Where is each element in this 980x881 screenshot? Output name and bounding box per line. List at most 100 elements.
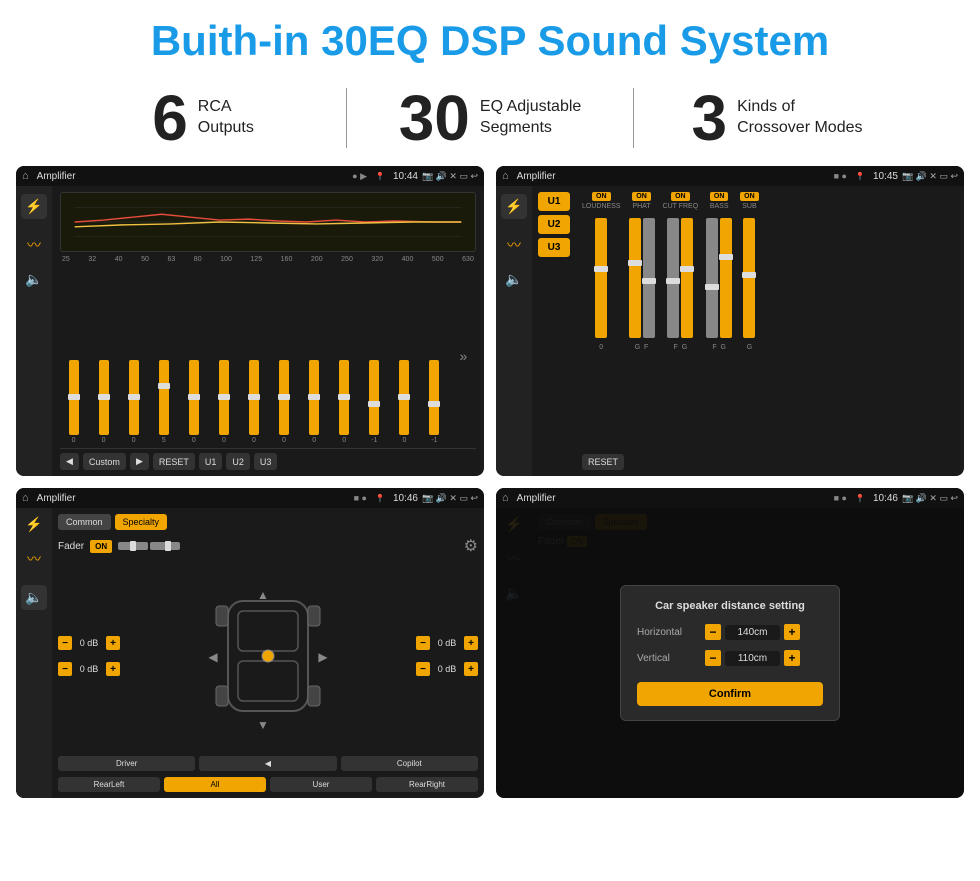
eq-wave-icon[interactable]: 〰 xyxy=(27,235,41,255)
rr-minus-btn[interactable]: − xyxy=(416,662,430,676)
eq-reset-btn[interactable]: RESET xyxy=(153,453,195,470)
loudness-on[interactable]: ON xyxy=(592,192,611,201)
horizontal-plus-btn[interactable]: + xyxy=(784,624,800,640)
eq-slider-2: 0 xyxy=(99,360,109,444)
eq-sliders: 0 0 0 5 0 xyxy=(60,267,476,448)
fr-minus-btn[interactable]: − xyxy=(416,636,430,650)
home-icon-3[interactable]: ⌂ xyxy=(22,492,29,504)
amp-speaker-icon[interactable]: 🔈 xyxy=(505,271,522,288)
confirm-button[interactable]: Confirm xyxy=(637,682,823,706)
slider-track-9[interactable] xyxy=(309,360,319,435)
amp-channels: ON LOUDNESS 0 ON PHAT xyxy=(582,192,958,448)
phat-on[interactable]: ON xyxy=(632,192,651,201)
eq-speaker-icon[interactable]: 🔈 xyxy=(25,271,42,288)
amp-reset-btn[interactable]: RESET xyxy=(582,454,624,470)
fl-db-value: 0 dB xyxy=(75,638,103,648)
u1-btn[interactable]: U1 xyxy=(538,192,570,211)
eq-slider-13: -1 xyxy=(429,360,439,444)
fader-speaker-icon[interactable]: 🔈 xyxy=(21,585,46,610)
settings-icon[interactable]: ⚙ xyxy=(464,536,478,556)
cutfreq-slider-g[interactable] xyxy=(681,218,693,338)
eq-custom-btn[interactable]: Custom xyxy=(83,453,126,470)
rl-plus-btn[interactable]: + xyxy=(106,662,120,676)
slider-track-1[interactable] xyxy=(69,360,79,435)
slider-track-6[interactable] xyxy=(219,360,229,435)
fr-plus-btn[interactable]: + xyxy=(464,636,478,650)
rl-minus-btn[interactable]: − xyxy=(58,662,72,676)
slider-track-10[interactable] xyxy=(339,360,349,435)
slider-track-5[interactable] xyxy=(189,360,199,435)
channel-bass: ON BASS F G xyxy=(706,192,732,448)
amp-main: U1 U2 U3 ON LOUDNESS xyxy=(532,186,964,476)
vertical-minus-btn[interactable]: − xyxy=(705,650,721,666)
eq-prev-btn[interactable]: ◀ xyxy=(60,453,79,470)
phat-slider-g[interactable] xyxy=(629,218,641,338)
tab-common[interactable]: Common xyxy=(58,514,111,530)
fader-header: Fader ON ⚙ xyxy=(58,536,478,556)
stat-rca-label: RCAOutputs xyxy=(198,97,254,139)
slider-track-12[interactable] xyxy=(399,360,409,435)
fader-on-toggle[interactable]: ON xyxy=(90,540,112,553)
eq-u3-btn[interactable]: U3 xyxy=(254,453,278,470)
status-icons-4: 📷 🔊 ✕ ▭ ↩ xyxy=(902,493,958,504)
status-icons-3: 📷 🔊 ✕ ▭ ↩ xyxy=(422,493,478,504)
status-time-3: 10:46 xyxy=(393,493,418,504)
fader-slider-h[interactable] xyxy=(118,542,148,550)
tab-specialty[interactable]: Specialty xyxy=(115,514,168,530)
eq-next-btn[interactable]: ▶ xyxy=(130,453,149,470)
slider-track-13[interactable] xyxy=(429,360,439,435)
amp-filter-icon[interactable]: ⚡ xyxy=(501,194,526,219)
eq-filter-icon[interactable]: ⚡ xyxy=(21,194,46,219)
fl-plus-btn[interactable]: + xyxy=(106,636,120,650)
fader-filter-icon[interactable]: ⚡ xyxy=(25,516,42,533)
fader-wave-icon[interactable]: 〰 xyxy=(27,549,41,569)
amp-body: ⚡ 〰 🔈 U1 U2 U3 ON xyxy=(496,186,964,476)
copilot-btn[interactable]: Copilot xyxy=(341,756,478,771)
home-icon-4[interactable]: ⌂ xyxy=(502,492,509,504)
more-icon[interactable]: » xyxy=(460,348,468,364)
status-title-2: Amplifier xyxy=(517,171,830,182)
fader-sliders-h xyxy=(118,542,180,550)
u3-btn[interactable]: U3 xyxy=(538,238,570,257)
slider-track-4[interactable] xyxy=(159,360,169,435)
sub-label: SUB xyxy=(742,203,756,210)
slider-track-7[interactable] xyxy=(249,360,259,435)
phat-slider-f[interactable] xyxy=(643,218,655,338)
cutfreq-on[interactable]: ON xyxy=(671,192,690,201)
fader-bottom-buttons: Driver ◀ Copilot xyxy=(58,756,478,771)
amp-wave-icon[interactable]: 〰 xyxy=(507,235,521,255)
slider-track-11[interactable] xyxy=(369,360,379,435)
fader-body: ⚡ 〰 🔈 Common Specialty Fader ON xyxy=(16,508,484,798)
sub-on[interactable]: ON xyxy=(740,192,759,201)
vertical-plus-btn[interactable]: + xyxy=(784,650,800,666)
sub-slider-g[interactable] xyxy=(743,218,755,338)
user-btn[interactable]: User xyxy=(270,777,372,792)
rr-plus-btn[interactable]: + xyxy=(464,662,478,676)
driver-btn[interactable]: Driver xyxy=(58,756,195,771)
fl-minus-btn[interactable]: − xyxy=(58,636,72,650)
eq-u2-btn[interactable]: U2 xyxy=(226,453,250,470)
home-icon-2[interactable]: ⌂ xyxy=(502,170,509,182)
loudness-slider[interactable] xyxy=(595,218,607,338)
bass-on[interactable]: ON xyxy=(710,192,729,201)
fader-arrow-left-btn[interactable]: ◀ xyxy=(199,756,336,771)
bass-slider-f[interactable] xyxy=(706,218,718,338)
stats-row: 6 RCAOutputs 30 EQ AdjustableSegments 3 … xyxy=(0,76,980,166)
dialog-overlay: Car speaker distance setting Horizontal … xyxy=(496,508,964,798)
rearleft-btn[interactable]: RearLeft xyxy=(58,777,160,792)
home-icon[interactable]: ⌂ xyxy=(22,170,29,182)
fader-slider-v[interactable] xyxy=(150,542,180,550)
eq-graph xyxy=(60,192,476,252)
bass-slider-g[interactable] xyxy=(720,218,732,338)
all-btn[interactable]: All xyxy=(164,777,266,792)
slider-track-2[interactable] xyxy=(99,360,109,435)
cutfreq-slider-f[interactable] xyxy=(667,218,679,338)
horizontal-control: − 140cm + xyxy=(705,624,800,640)
slider-track-8[interactable] xyxy=(279,360,289,435)
eq-u1-btn[interactable]: U1 xyxy=(199,453,223,470)
horizontal-minus-btn[interactable]: − xyxy=(705,624,721,640)
u2-btn[interactable]: U2 xyxy=(538,215,570,234)
slider-track-3[interactable] xyxy=(129,360,139,435)
rl-db-control: − 0 dB + xyxy=(58,662,120,676)
rearright-btn[interactable]: RearRight xyxy=(376,777,478,792)
